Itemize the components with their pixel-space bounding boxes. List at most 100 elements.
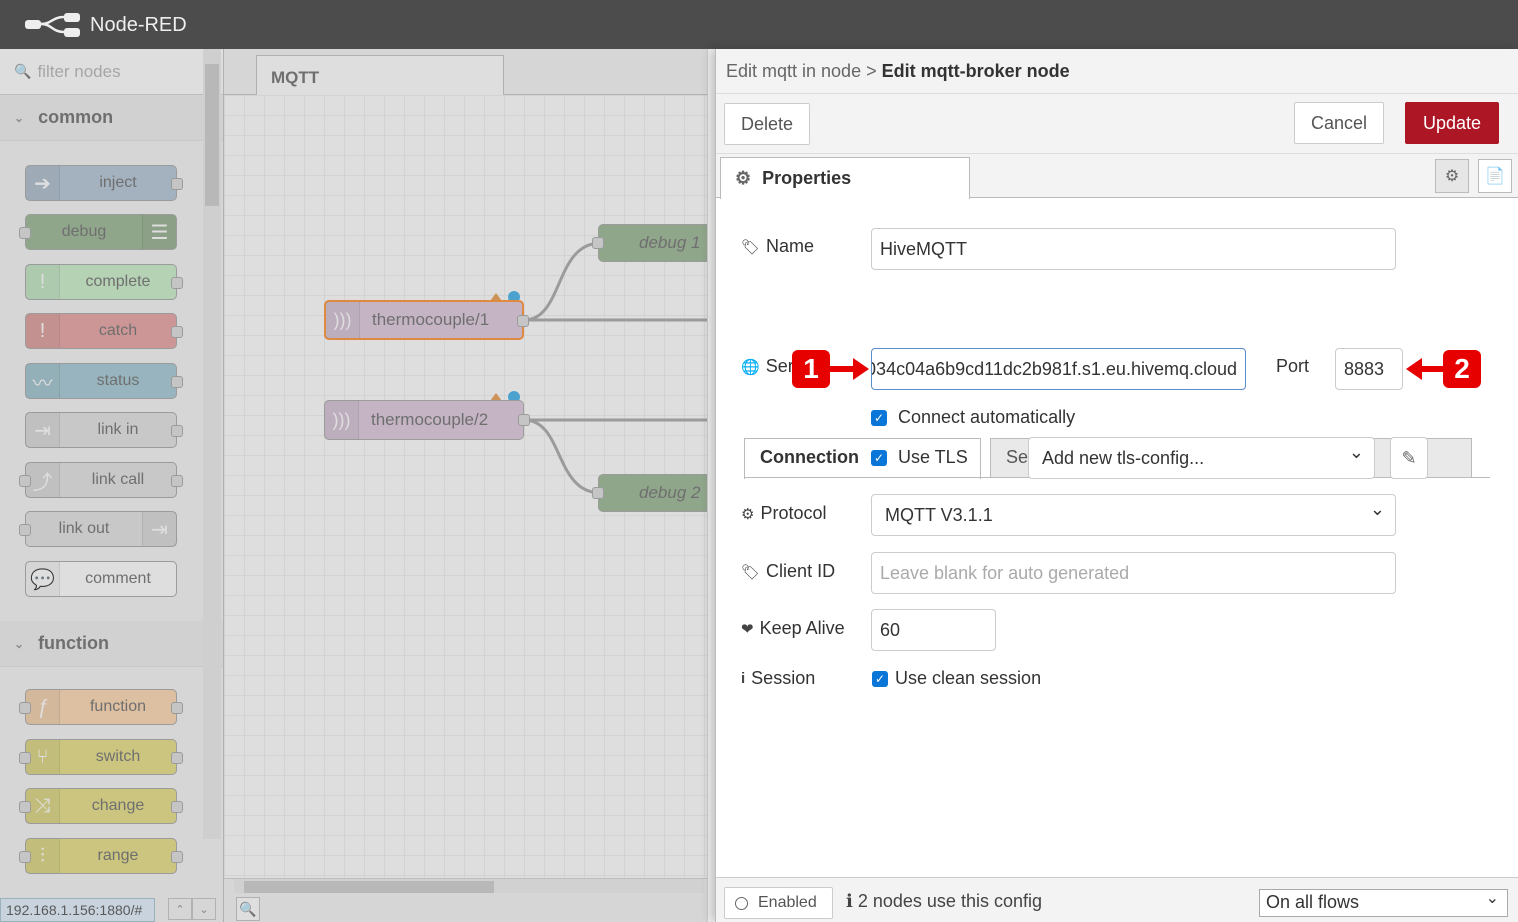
tab-mqtt[interactable]: MQTT [256, 55, 504, 96]
flow-node-thermocouple-2[interactable]: ))) thermocouple/2 [324, 400, 530, 440]
info-icon: i [741, 670, 746, 687]
input-port[interactable] [592, 237, 604, 249]
palette-node-link-out[interactable]: link out ⇥ [19, 511, 177, 547]
server-input[interactable]: 034c04a6b9cd11dc2b981f.s1.eu.hivemq.clou… [871, 348, 1246, 390]
debug-icon: ☰ [142, 215, 176, 249]
callout-badge-2: 2 [1443, 350, 1481, 388]
node-label: function [89, 698, 147, 715]
flow-node-debug-1[interactable]: debug 1 [592, 224, 707, 262]
cancel-button[interactable]: Cancel [1294, 102, 1384, 144]
palette-node-complete[interactable]: ! complete [25, 264, 183, 300]
palette-nav-buttons: ⌃ ⌄ [168, 898, 216, 920]
mqtt-icon: ))) [326, 302, 360, 338]
flow-node-thermocouple-1[interactable]: ))) thermocouple/1 [324, 300, 529, 340]
tab-properties[interactable]: ⚙ Properties [720, 157, 970, 199]
node-label: debug 2 [639, 483, 701, 502]
clean-session-checkbox[interactable]: ✓ [872, 671, 888, 687]
toggle-circle-icon [735, 896, 748, 910]
search-icon: 🔍 [14, 63, 32, 79]
input-port [19, 475, 31, 487]
tag-icon: 🏷 [741, 563, 761, 581]
palette-category-function[interactable]: ⌄ function [0, 621, 223, 667]
flow-canvas[interactable]: ))) thermocouple/1 ))) thermocouple/2 de… [224, 95, 707, 878]
input-port [19, 801, 31, 813]
scrollbar-thumb[interactable] [205, 64, 219, 206]
heartbeat-icon: ❤ [741, 620, 754, 638]
node-label: catch [98, 322, 138, 339]
output-port[interactable] [517, 315, 529, 327]
breadcrumb-current: Edit mqtt-broker node [881, 61, 1070, 81]
port-input[interactable]: 8883 [1335, 348, 1403, 390]
node-label: thermocouple/2 [371, 410, 489, 429]
link-out-icon: ⇥ [142, 512, 176, 546]
palette-category-common[interactable]: ⌄ common [0, 95, 223, 141]
update-button[interactable]: Update [1405, 102, 1499, 144]
palette-node-comment[interactable]: 💬 comment [25, 561, 177, 597]
input-port[interactable] [592, 487, 604, 499]
name-input[interactable]: HiveMQTT [871, 228, 1396, 270]
edit-tls-button[interactable]: ✎ [1390, 437, 1428, 479]
delete-button[interactable]: Delete [724, 103, 810, 145]
palette-scrollbar[interactable] [203, 49, 221, 839]
palette-node-switch[interactable]: ⑂ switch [19, 739, 183, 775]
node-label: range [97, 847, 139, 864]
gear-icon: ⚙ [735, 168, 752, 188]
palette-node-change[interactable]: ⤨ change [19, 788, 183, 824]
chevron-up-icon[interactable]: ⌃ [168, 898, 192, 920]
palette-node-link-call[interactable]: ⤴ link call [19, 462, 183, 498]
protocol-select[interactable]: MQTT V3.1.1 [871, 494, 1396, 536]
scrollbar-thumb[interactable] [244, 881, 494, 893]
workspace-hscrollbar[interactable] [234, 879, 704, 893]
mqtt-icon: ))) [325, 401, 359, 439]
node-label: complete [85, 273, 151, 290]
input-port [19, 227, 31, 239]
input-port [19, 524, 31, 536]
enabled-toggle[interactable]: Enabled [724, 887, 833, 919]
connect-auto-checkbox[interactable]: ✓ [871, 410, 887, 426]
comment-icon: 💬 [26, 562, 60, 596]
gear-icon[interactable]: ⚙ [1435, 159, 1469, 193]
keepalive-input[interactable]: 60 [871, 609, 996, 651]
palette-nodes-function: ƒ function ⑂ switch ⤨ change ⫶ range [0, 667, 223, 922]
scope-select[interactable]: On all flows [1259, 888, 1508, 917]
flow-node-debug-2[interactable]: debug 2 [592, 474, 707, 512]
inject-icon: ➔ [26, 166, 60, 200]
workspace-footer: 🔍 [224, 878, 707, 922]
palette-search-input[interactable]: 🔍 filter nodes [0, 49, 223, 95]
document-icon[interactable]: 📄 [1478, 159, 1512, 193]
tray-footer: Enabled ℹ 2 nodes use this config On all… [716, 877, 1518, 922]
node-label: debug [61, 223, 107, 240]
range-icon: ⫶ [26, 839, 60, 873]
output-port [171, 277, 183, 289]
output-port [171, 178, 183, 190]
arrow-left-icon [1406, 358, 1446, 380]
palette-node-status[interactable]: 〰 status [25, 363, 183, 399]
name-label: 🏷 Name [741, 236, 814, 257]
palette-node-function[interactable]: ƒ function [19, 689, 183, 725]
node-label: change [91, 797, 145, 814]
tray-resize-handle[interactable] [707, 49, 715, 922]
pulse-icon: 〰 [26, 364, 60, 398]
palette-node-range[interactable]: ⫶ range [19, 838, 183, 874]
palette-node-inject[interactable]: ➔ inject [25, 165, 183, 201]
search-icon: 🔍 [239, 900, 257, 917]
tray-tabs: ⚙ Properties ⚙ 📄 [716, 154, 1518, 199]
output-port[interactable] [518, 414, 530, 426]
breadcrumb: Edit mqtt in node > Edit mqtt-broker nod… [716, 49, 1518, 94]
palette-node-catch[interactable]: ! catch [25, 313, 183, 349]
category-label: function [38, 633, 110, 653]
use-tls-checkbox[interactable]: ✓ [871, 450, 887, 466]
clientid-input[interactable]: Leave blank for auto generated [871, 552, 1396, 594]
search-button[interactable]: 🔍 [236, 897, 260, 921]
info-text: 2 nodes use this config [857, 891, 1042, 911]
breadcrumb-parent[interactable]: Edit mqtt in node [726, 61, 861, 81]
link-in-icon: ⇥ [26, 413, 60, 447]
palette-node-link-in[interactable]: ⇥ link in [25, 412, 183, 448]
output-port [171, 376, 183, 388]
clean-session-label: Use clean session [895, 668, 1042, 688]
arrow-right-icon [829, 358, 869, 380]
chevron-down-icon[interactable]: ⌄ [192, 898, 216, 920]
tls-config-select[interactable]: Add new tls-config... [1028, 437, 1375, 479]
palette-node-debug[interactable]: debug ☰ [19, 214, 177, 250]
server-value: 034c04a6b9cd11dc2b981f.s1.eu.hivemq.clou… [871, 359, 1237, 379]
